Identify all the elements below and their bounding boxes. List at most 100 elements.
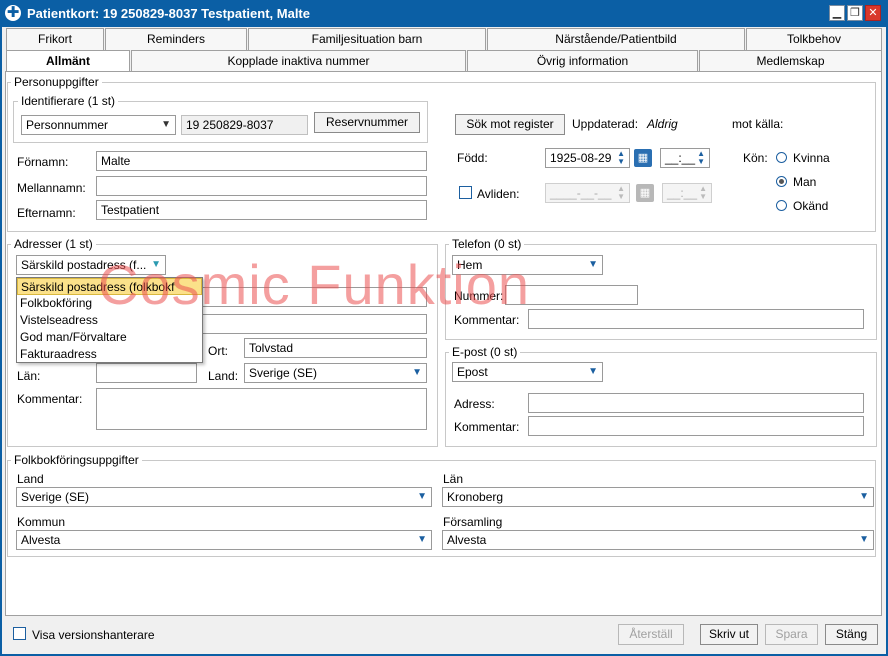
tab-reminders[interactable]: Reminders [105,28,247,50]
dropdown-option[interactable]: God man/Förvaltare [17,329,202,346]
lastname-input[interactable]: Testpatient [96,200,427,220]
registration-municipality-select[interactable]: Alvesta ▼ [16,530,432,550]
chevron-down-icon: ▼ [859,534,869,545]
registration-country-select[interactable]: Sverige (SE) ▼ [16,487,432,507]
tab-kopplade-inaktiva-nummer[interactable]: Kopplade inaktiva nummer [131,50,466,72]
tab-narstaende-patientbild[interactable]: Närstående/Patientbild [487,28,745,50]
plus-cross-icon: ✚ [5,4,21,21]
born-date-input[interactable]: 1925-08-29 ▲ ▼ [545,148,630,168]
search-register-button[interactable]: Sök mot register [455,114,565,135]
tab-ovrig-information[interactable]: Övrig information [467,50,698,72]
registration-municipality-value: Alvesta [21,533,61,547]
middlename-input[interactable] [96,176,427,196]
dropdown-option[interactable]: Fakturaadress [17,346,202,363]
registration-country-value: Sverige (SE) [21,490,90,504]
email-comment-label: Kommentar: [454,420,520,434]
address-country-select[interactable]: Sverige (SE) ▼ [244,363,427,383]
registration-parish-label: Församling [443,515,503,529]
registration-municipality-label: Kommun [17,515,66,529]
registration-county-label: Län [443,472,464,486]
address-type-dropdown[interactable]: Särskild postadress (folkbokf Folkbokför… [16,277,203,363]
email-comment-input[interactable] [528,416,864,436]
dropdown-option[interactable]: Särskild postadress (folkbokf [17,278,202,295]
phone-type-value: Hem [457,258,483,272]
phone-number-input[interactable] [505,285,638,305]
dropdown-option[interactable]: Folkbokföring [17,295,202,312]
registration-county-select[interactable]: Kronoberg ▼ [442,487,874,507]
deceased-time-input[interactable]: __:__ ▲ ▼ [662,183,712,203]
gender-radio-kvinna[interactable] [776,152,787,163]
tab-tolkbehov[interactable]: Tolkbehov [746,28,882,50]
updated-value: Aldrig [647,117,678,131]
title-bar[interactable]: ✚ Patientkort: 19 250829-8037 Testpatien… [0,0,888,27]
id-value-field[interactable]: 19 250829-8037 [181,115,308,135]
email-address-input[interactable] [528,393,864,413]
identifiers-legend: Identifierare (1 st) [18,94,119,108]
email-type-select[interactable]: Epost ▼ [452,362,603,382]
born-label: Född: [457,151,488,165]
tab-frikort[interactable]: Frikort [6,28,104,50]
deceased-label: Avliden: [477,187,520,201]
spinner-icon[interactable]: ▲ ▼ [617,150,625,166]
chevron-down-icon: ▼ [417,491,427,502]
registration-parish-value: Alvesta [447,533,487,547]
source-label: mot källa: [732,117,784,131]
firstname-label: Förnamn: [17,155,69,169]
phone-number-label: Nummer: [454,289,504,303]
minimize-button[interactable]: ▁ [829,5,845,21]
phone-comment-label: Kommentar: [454,313,520,327]
address-type-select[interactable]: Särskild postadress (f... ▼ [16,255,166,275]
registration-parish-select[interactable]: Alvesta ▼ [442,530,874,550]
save-button[interactable]: Spara [765,624,818,645]
address-country-label: Land: [208,369,239,383]
gender-label-okand: Okänd [793,199,829,213]
born-time-value: __:__ [665,151,696,165]
gender-label-kvinna: Kvinna [793,151,830,165]
calendar-icon: ▦ [636,184,654,202]
restore-button[interactable]: Återställ [618,624,684,645]
show-versions-label: Visa versionshanterare [32,628,155,642]
updated-label: Uppdaterad: [572,117,639,131]
tab-allmant[interactable]: Allmänt [6,50,130,73]
born-date-value: 1925-08-29 [550,151,612,165]
reserve-number-button[interactable]: Reservnummer [314,112,420,133]
firstname-input[interactable]: Malte [96,151,427,171]
chevron-down-icon: ▼ [588,259,598,270]
id-type-select[interactable]: Personnummer ▼ [21,115,176,135]
address-legend: Adresser (1 st) [11,237,96,251]
middlename-label: Mellannamn: [17,181,86,195]
chevron-down-icon: ▼ [859,491,869,502]
calendar-icon[interactable]: ▦ [634,149,652,167]
address-county-label: Län: [17,369,41,383]
tab-medlemskap[interactable]: Medlemskap [699,50,882,72]
city-label: Ort: [208,344,228,358]
email-legend: E-post (0 st) [449,345,521,359]
born-time-input[interactable]: __:__ ▲ ▼ [660,148,710,168]
lastname-label: Efternamn: [17,206,76,220]
address-county-input[interactable] [96,363,197,383]
show-versions-checkbox[interactable] [13,627,26,640]
dropdown-option[interactable]: Vistelseadress [17,312,202,329]
chevron-down-icon: ▼ [412,367,422,378]
time-spinner-icon[interactable]: ▲ ▼ [697,150,705,166]
gender-radio-okand[interactable] [776,200,787,211]
tab-familjesituation-barn[interactable]: Familjesituation barn [248,28,486,50]
close-window-button[interactable]: ✕ [865,5,881,21]
restore-button[interactable]: ❐ [847,5,863,21]
city-input[interactable]: Tolvstad [244,338,427,358]
deceased-time-value: __:__ [667,186,698,200]
gender-radio-man[interactable] [776,176,787,187]
deceased-date-input[interactable]: ____-__-__ ▲ ▼ [545,183,630,203]
print-button[interactable]: Skriv ut [700,624,758,645]
registration-county-value: Kronoberg [447,490,504,504]
gender-label: Kön: [743,151,768,165]
phone-type-select[interactable]: Hem ▼ [452,255,603,275]
address-comment-input[interactable] [96,388,427,430]
phone-legend: Telefon (0 st) [449,237,525,251]
phone-comment-input[interactable] [528,309,864,329]
deceased-date-value: ____-__-__ [550,186,612,200]
chevron-down-icon: ▼ [588,366,598,377]
email-type-value: Epost [457,365,488,379]
deceased-checkbox[interactable] [459,186,472,199]
close-button[interactable]: Stäng [825,624,878,645]
